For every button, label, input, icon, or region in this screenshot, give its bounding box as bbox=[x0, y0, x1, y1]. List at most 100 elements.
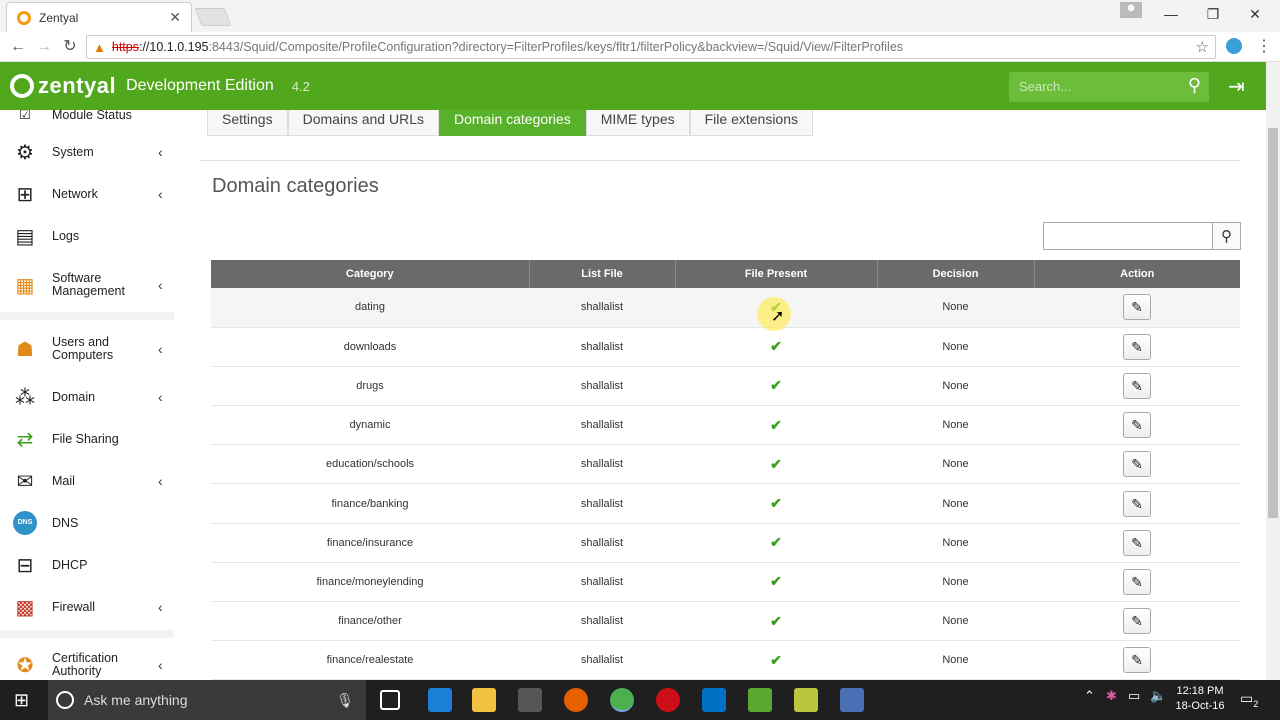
edit-button[interactable]: ✎ bbox=[1123, 490, 1151, 517]
certificate-icon: ✪ bbox=[16, 654, 34, 677]
scrollbar-thumb[interactable] bbox=[1268, 128, 1278, 518]
file-explorer-icon[interactable] bbox=[472, 688, 496, 712]
edit-button[interactable]: ✎ bbox=[1123, 294, 1151, 321]
forward-icon[interactable]: → bbox=[34, 37, 54, 57]
tab-mime-types[interactable]: MIME types bbox=[585, 110, 690, 136]
extension-icon[interactable] bbox=[1226, 38, 1242, 54]
column-header-file-present[interactable]: File Present bbox=[675, 260, 878, 288]
tray-app-icon[interactable]: ✱ bbox=[1106, 688, 1117, 704]
check-icon: ✔ bbox=[770, 573, 782, 590]
sidebar-item-firewall[interactable]: ▩ Firewall ‹ bbox=[0, 594, 174, 620]
close-tab-icon[interactable]: ✕ bbox=[169, 9, 181, 26]
logout-icon[interactable]: ⇥ bbox=[1228, 74, 1245, 99]
close-window-icon[interactable]: ✕ bbox=[1234, 0, 1276, 28]
edit-button[interactable]: ✎ bbox=[1123, 333, 1151, 360]
column-header-decision[interactable]: Decision bbox=[877, 260, 1035, 288]
system-clock[interactable]: 12:18 PM 18-Oct-16 bbox=[1172, 684, 1228, 714]
sidebar-item-users-and-computers[interactable]: ☗ Users and Computers ‹ bbox=[0, 336, 174, 362]
header-search-input[interactable]: Search... ⚲ bbox=[1009, 72, 1209, 102]
store-icon[interactable] bbox=[518, 688, 542, 712]
firefox-icon[interactable] bbox=[564, 688, 588, 712]
cell-decision: None bbox=[942, 536, 969, 549]
notification-count: 2 bbox=[1253, 698, 1259, 709]
sidebar-item-certification-authority[interactable]: ✪ Certification Authority ‹ bbox=[0, 652, 174, 678]
app-icon[interactable] bbox=[794, 688, 818, 712]
table-row: drugs shallalist ✔ None ✎ bbox=[211, 366, 1240, 407]
cell-decision: None bbox=[942, 379, 969, 392]
sidebar-item-software-management[interactable]: ▦ Software Management ‹ bbox=[0, 272, 174, 298]
notifications-icon[interactable]: ▭2 bbox=[1240, 690, 1258, 709]
sidebar-item-dns[interactable]: DNS DNS bbox=[0, 510, 174, 536]
sidebar-item-dhcp[interactable]: ⊟ DHCP bbox=[0, 552, 174, 578]
opera-icon[interactable] bbox=[656, 688, 680, 712]
remote-desktop-icon[interactable] bbox=[840, 688, 864, 712]
bookmark-star-icon[interactable]: ☆ bbox=[1196, 38, 1209, 56]
sidebar-item-network[interactable]: ⊞ Network ‹ bbox=[0, 181, 174, 207]
cell-list-file: shallalist bbox=[580, 536, 624, 549]
filter-input[interactable] bbox=[1043, 222, 1213, 250]
table-row: dynamic shallalist ✔ None ✎ bbox=[211, 405, 1240, 446]
filter-search-icon[interactable]: ⚲ bbox=[1213, 222, 1241, 250]
windows-start-icon[interactable]: ⊞ bbox=[14, 690, 29, 711]
tab-file-extensions[interactable]: File extensions bbox=[689, 110, 814, 136]
check-icon: ✔ bbox=[770, 338, 782, 355]
back-icon[interactable]: ← bbox=[8, 37, 28, 57]
restore-icon[interactable]: ❐ bbox=[1192, 0, 1234, 28]
sidebar-item-logs[interactable]: ▤ Logs bbox=[0, 223, 174, 249]
file-sharing-icon: ⇄ bbox=[16, 428, 34, 451]
new-tab-button[interactable] bbox=[194, 8, 232, 26]
dns-icon: DNS bbox=[10, 510, 40, 536]
security-warning-icon[interactable]: ▲ bbox=[93, 40, 106, 55]
page-scrollbar[interactable] bbox=[1266, 62, 1280, 680]
browser-menu-icon[interactable]: ⋮ bbox=[1256, 36, 1272, 56]
clock-date: 18-Oct-16 bbox=[1175, 700, 1225, 712]
tab-settings[interactable]: Settings bbox=[207, 110, 288, 136]
url-path: :8443/Squid/Composite/ProfileConfigurati… bbox=[208, 40, 904, 54]
sidebar-item-label: Users and Computers bbox=[52, 335, 114, 362]
sidebar-item-mail[interactable]: ✉ Mail ‹ bbox=[0, 468, 174, 494]
microphone-icon[interactable]: 🎙 bbox=[336, 692, 354, 709]
address-bar[interactable]: ▲ https://10.1.0.195:8443/Squid/Composit… bbox=[86, 35, 1216, 59]
volume-icon[interactable]: 🔈 bbox=[1150, 688, 1166, 704]
sidebar-item-domain[interactable]: ⁂ Domain ‹ bbox=[0, 384, 174, 410]
zentyal-logo[interactable]: zentyal Development Edition 4.2 bbox=[10, 73, 310, 99]
sidebar-item-label: DNS bbox=[52, 515, 79, 530]
edit-button[interactable]: ✎ bbox=[1123, 451, 1151, 478]
outlook-icon[interactable] bbox=[702, 688, 726, 712]
tab-domain-categories[interactable]: Domain categories bbox=[438, 110, 586, 136]
app-header: zentyal Development Edition 4.2 Search..… bbox=[0, 62, 1266, 110]
notepad-icon[interactable] bbox=[748, 688, 772, 712]
mail-icon: ✉ bbox=[16, 470, 34, 493]
browser-tab[interactable]: Zentyal ✕ bbox=[6, 2, 192, 32]
column-header-list-file[interactable]: List File bbox=[529, 260, 676, 288]
chrome-icon[interactable] bbox=[610, 688, 634, 712]
column-header-category[interactable]: Category bbox=[211, 260, 530, 288]
edit-button[interactable]: ✎ bbox=[1123, 412, 1151, 439]
task-view-icon[interactable] bbox=[380, 690, 400, 710]
search-icon[interactable]: ⚲ bbox=[1188, 75, 1201, 96]
user-profile-icon[interactable]: ☻ bbox=[1120, 2, 1142, 18]
gear-icon: ⚙ bbox=[16, 141, 34, 164]
page-title: Domain categories bbox=[212, 175, 379, 197]
network-tray-icon[interactable]: ▭ bbox=[1128, 688, 1140, 704]
sidebar-item-file-sharing[interactable]: ⇄ File Sharing bbox=[0, 426, 174, 452]
chevron-left-icon: ‹ bbox=[158, 144, 163, 160]
reload-icon[interactable]: ↻ bbox=[60, 37, 80, 57]
edit-button[interactable]: ✎ bbox=[1123, 647, 1151, 674]
cell-decision: None bbox=[942, 301, 969, 314]
tray-expand-icon[interactable]: ⌃ bbox=[1084, 688, 1095, 704]
edit-button[interactable]: ✎ bbox=[1123, 372, 1151, 399]
sidebar-item-system[interactable]: ⚙ System ‹ bbox=[0, 139, 174, 165]
tab-domains-and-urls[interactable]: Domains and URLs bbox=[287, 110, 439, 136]
edit-button[interactable]: ✎ bbox=[1123, 608, 1151, 635]
edit-button[interactable]: ✎ bbox=[1123, 568, 1151, 595]
cortana-search[interactable]: Ask me anything 🎙 bbox=[48, 680, 366, 720]
edge-icon[interactable] bbox=[428, 688, 452, 712]
sidebar-item-module-status[interactable]: ☑ Module Status bbox=[0, 110, 174, 126]
minimize-icon[interactable]: — bbox=[1150, 0, 1192, 28]
cell-category: dating bbox=[355, 301, 385, 314]
edit-button[interactable]: ✎ bbox=[1123, 529, 1151, 556]
sidebar-item-label: File Sharing bbox=[52, 431, 119, 446]
chevron-left-icon: ‹ bbox=[158, 599, 163, 615]
cell-decision: None bbox=[942, 615, 969, 628]
